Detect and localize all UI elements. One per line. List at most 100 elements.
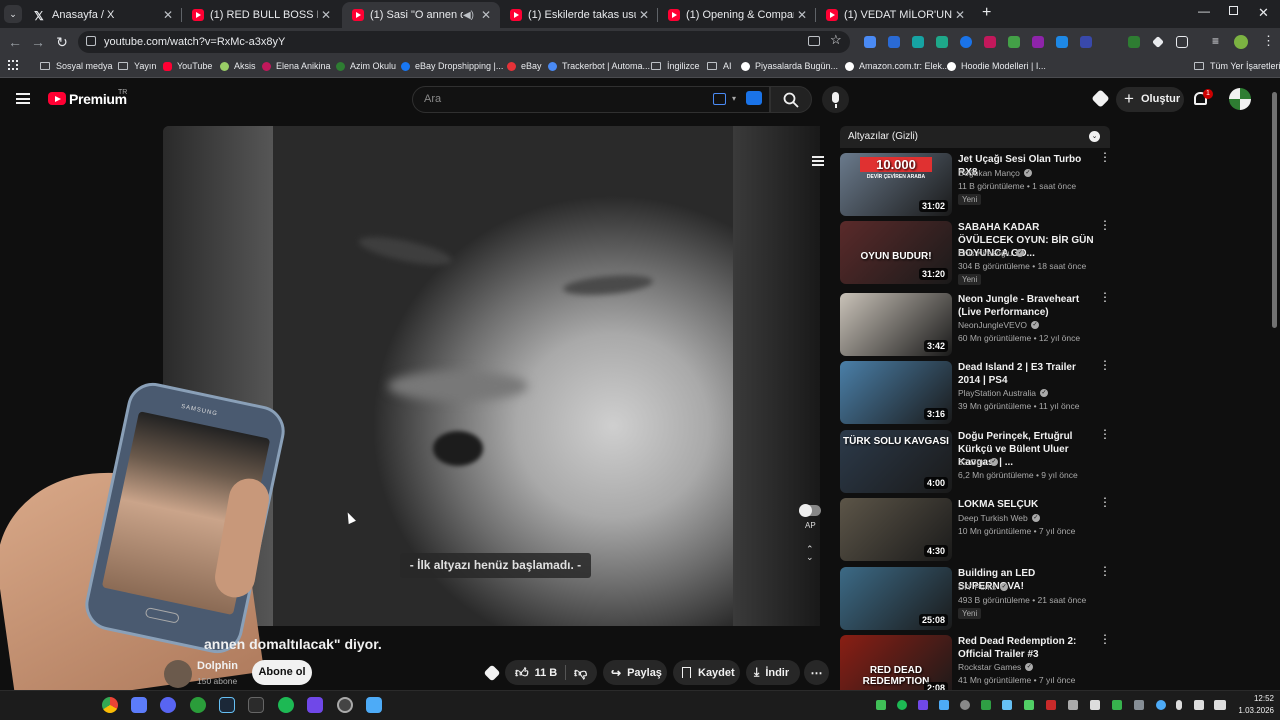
search-button[interactable] xyxy=(770,86,812,113)
bookmark-item[interactable]: Hoodie Modelleri | I... xyxy=(947,61,1046,71)
sidebar-header[interactable]: Altyazılar (Gizli) ⌄ xyxy=(840,126,1110,148)
bookmark-item[interactable]: AI xyxy=(707,61,732,71)
extension-gear-icon[interactable] xyxy=(483,664,501,682)
extensions-puzzle-icon[interactable] xyxy=(1176,36,1188,48)
bookmark-item[interactable]: Piyasalarda Bugün... xyxy=(741,61,838,71)
extension-icon[interactable] xyxy=(1080,36,1092,48)
video-player[interactable] xyxy=(163,126,820,626)
tray-icon[interactable] xyxy=(876,700,886,710)
tab-close-icon[interactable]: ✕ xyxy=(636,8,652,22)
tray-icon[interactable] xyxy=(1068,700,1078,710)
chevron-down-icon[interactable]: ▾ xyxy=(732,94,736,103)
video-title[interactable]: Dead Island 2 | E3 Trailer 2014 | PS4 xyxy=(958,361,1096,387)
maximize-button[interactable] xyxy=(1229,6,1238,15)
bookmark-item[interactable]: Elena Anikina xyxy=(262,61,331,71)
tray-icon[interactable] xyxy=(1112,700,1122,710)
extension-icon[interactable] xyxy=(936,36,948,48)
browser-tab[interactable]: (1) Eskilerde takas usulü - YouTube✕ xyxy=(500,2,658,28)
video-thumbnail[interactable]: OYUN BUDUR! 31:20 xyxy=(840,221,952,284)
spotify-taskbar-icon[interactable] xyxy=(278,697,294,713)
recommended-video-card[interactable]: OYUN BUDUR! 31:20 SABAHA KADAR ÖVÜLECEK OY… xyxy=(840,219,1111,285)
microphone-tray-icon[interactable] xyxy=(1176,700,1182,710)
extension-icon[interactable] xyxy=(960,36,972,48)
extension-icon[interactable] xyxy=(1032,36,1044,48)
recommended-video-card[interactable]: 10.000 DEVİR ÇEVİREN ARABA 31:02 Jet Uçağı … xyxy=(840,151,1111,217)
extension-icon[interactable] xyxy=(1128,36,1140,48)
window-close-button[interactable]: ✕ xyxy=(1258,5,1269,21)
video-channel[interactable]: Enis Kirazoğlu ✓ xyxy=(958,248,1025,258)
tab-close-icon[interactable]: ✕ xyxy=(318,8,334,22)
extension-icon[interactable] xyxy=(1008,36,1020,48)
tray-icon[interactable] xyxy=(1002,700,1012,710)
browser-menu-icon[interactable]: ⋮ xyxy=(1262,33,1275,49)
download-button[interactable]: ⤓ İndir xyxy=(746,660,800,685)
video-thumbnail[interactable]: RED DEAD REDEMPTION 2:08 xyxy=(840,635,952,698)
bookmark-item[interactable]: Tüm Yer İşaretleri xyxy=(1194,61,1280,71)
recommended-video-card[interactable]: 25:08 Building an LED SUPERNOVA! DIY Perks… xyxy=(840,565,1111,631)
tray-icon[interactable] xyxy=(918,700,928,710)
tab-close-icon[interactable]: ✕ xyxy=(160,8,176,22)
speaker-icon[interactable] xyxy=(1194,700,1204,710)
tray-icon[interactable] xyxy=(960,700,970,710)
dislike-button[interactable]: 👎︎ xyxy=(566,665,587,681)
app-grid-taskbar-icon[interactable] xyxy=(307,697,323,713)
bookmark-item[interactable]: Azim Okulu xyxy=(336,61,396,71)
autoplay-toggle[interactable] xyxy=(799,504,821,517)
back-button[interactable]: ← xyxy=(5,32,25,52)
bookmark-item[interactable]: Trackerbot | Automa... xyxy=(548,61,650,71)
tray-icon[interactable] xyxy=(1090,700,1100,710)
video-thumbnail[interactable]: TÜRK SOLU KAVGASI 4:00 xyxy=(840,430,952,493)
bookmark-star-icon[interactable]: ☆ xyxy=(830,32,842,48)
video-channel[interactable]: DIY Perks ✓ xyxy=(958,582,1009,592)
video-thumbnail[interactable]: 10.000 DEVİR ÇEVİREN ARABA 31:02 xyxy=(840,153,952,216)
browser-tab[interactable]: (1) Sasi "O annen domaltıla◀) ✕ xyxy=(342,2,500,28)
reading-list-icon[interactable]: ≡ xyxy=(1212,34,1219,48)
browser-tab[interactable]: (1) VEDAT MİLOR'UN EN İYİ LAF✕ xyxy=(816,2,974,28)
extension-icon[interactable] xyxy=(1056,36,1068,48)
more-options-icon[interactable]: ⋮ xyxy=(1099,291,1111,303)
app-taskbar-icon[interactable] xyxy=(337,697,353,713)
more-actions-button[interactable]: ⋯ xyxy=(804,660,829,685)
youtube-logo-icon[interactable] xyxy=(48,92,66,105)
wifi-icon[interactable] xyxy=(1156,700,1166,710)
video-channel[interactable]: Deep Turkish Web ✓ xyxy=(958,513,1040,523)
tray-icon[interactable] xyxy=(981,700,991,710)
recommended-video-card[interactable]: TÜRK SOLU KAVGASI 4:00 Doğu Perinçek, Ertu… xyxy=(840,428,1111,494)
video-channel[interactable]: Doğukan Manço ✓ xyxy=(958,168,1032,178)
channel-avatar[interactable] xyxy=(164,660,192,688)
account-avatar[interactable] xyxy=(1229,88,1251,110)
page-scrollbar[interactable] xyxy=(1272,92,1277,328)
url-text[interactable]: youtube.com/watch?v=RxMc-a3x8yY xyxy=(104,36,285,48)
bookmark-item[interactable]: Aksis xyxy=(220,61,256,71)
file-explorer-taskbar-icon[interactable] xyxy=(366,697,382,713)
minimize-button[interactable]: — xyxy=(1198,4,1210,18)
more-options-icon[interactable]: ⋮ xyxy=(1099,219,1111,231)
clock-time[interactable]: 12:52 xyxy=(1234,694,1274,703)
new-tab-button[interactable]: + xyxy=(982,4,991,22)
video-title[interactable]: Red Dead Redemption 2: Official Trailer … xyxy=(958,635,1096,661)
tray-icon[interactable] xyxy=(1024,700,1034,710)
tab-close-icon[interactable]: ✕ xyxy=(952,8,968,22)
tab-search-dropdown[interactable]: ⌄ xyxy=(4,5,22,23)
more-options-icon[interactable]: ⋮ xyxy=(1099,496,1111,508)
voice-search-button[interactable] xyxy=(822,86,849,113)
extension-icon[interactable] xyxy=(888,36,900,48)
recommended-video-card[interactable]: 3:42 Neon Jungle - Braveheart (Live Perfo… xyxy=(840,291,1111,357)
audio-playing-icon[interactable]: ◀) xyxy=(463,10,474,21)
video-thumbnail[interactable]: 3:42 xyxy=(840,293,952,356)
queue-list-icon[interactable] xyxy=(812,156,824,166)
browser-tab[interactable]: 𝕏 Anasayfa / X ✕ xyxy=(24,2,182,28)
video-channel[interactable]: 32.Gün ✓ xyxy=(958,457,998,467)
keyboard-icon[interactable] xyxy=(713,93,726,105)
xbox-taskbar-icon[interactable] xyxy=(190,697,206,713)
battery-icon[interactable] xyxy=(1214,700,1226,710)
more-options-icon[interactable]: ⋮ xyxy=(1099,633,1111,645)
app-taskbar-icon[interactable] xyxy=(131,697,147,713)
apps-grid-icon[interactable] xyxy=(8,60,18,70)
extension-icon[interactable] xyxy=(912,36,924,48)
expand-chevron-icon[interactable]: ⌃ ⌄ xyxy=(806,545,814,562)
chrome-taskbar-icon[interactable] xyxy=(102,697,118,713)
forward-button[interactable]: → xyxy=(28,32,48,52)
video-thumbnail[interactable]: 4:30 xyxy=(840,498,952,561)
site-info-icon[interactable] xyxy=(86,36,96,46)
